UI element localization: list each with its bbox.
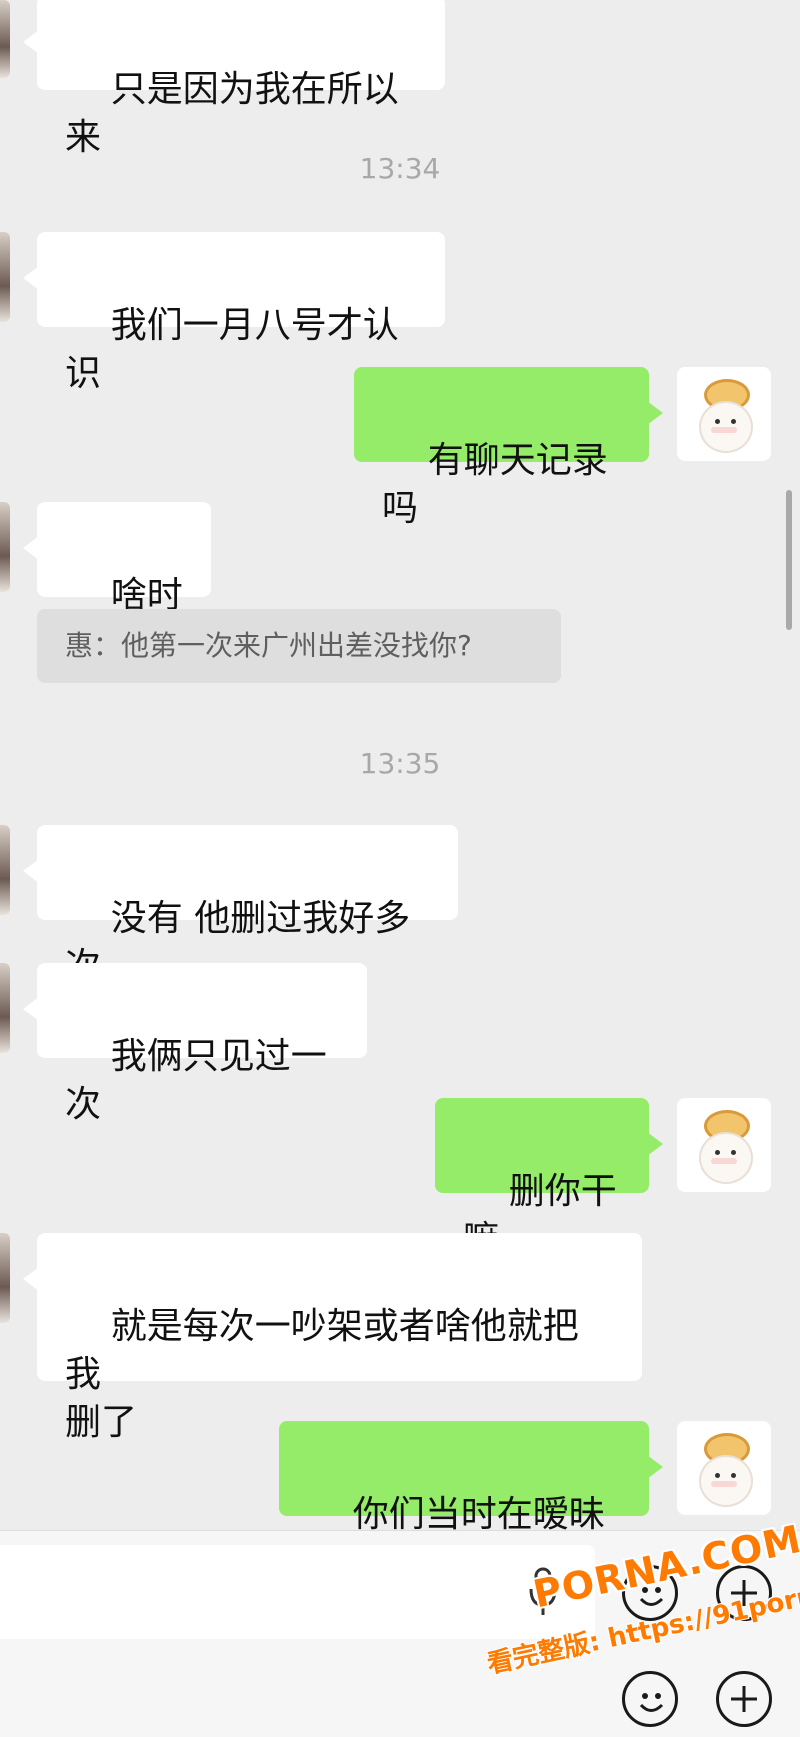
message-bubble[interactable]: 删你干嘛 [435, 1098, 663, 1260]
my-avatar[interactable] [677, 1098, 771, 1192]
my-avatar[interactable] [677, 367, 771, 461]
message-bubble[interactable]: 只是因为我在所以来 [23, 0, 445, 158]
message-text: 有聊天记录吗 [382, 440, 608, 529]
message-bubble[interactable]: 有聊天记录吗 [354, 367, 663, 529]
contact-avatar[interactable] [0, 963, 10, 1053]
message-bubble[interactable]: 我们一月八号才认识 [23, 232, 445, 394]
contact-avatar[interactable] [0, 825, 10, 915]
timestamp: 13:35 [359, 747, 441, 780]
message-text: 我们一月八号才认识 [65, 305, 399, 394]
contact-avatar[interactable] [0, 0, 10, 78]
timestamp: 13:34 [359, 152, 441, 185]
contact-avatar[interactable] [0, 1233, 10, 1323]
contact-avatar[interactable] [0, 232, 10, 322]
quoted-message[interactable]: 惠：他第一次来广州出差没找你? [37, 609, 561, 683]
message-bubble[interactable]: 我俩只见过一次 [23, 963, 367, 1125]
message-text: 只是因为我在所以来 [65, 69, 399, 158]
my-avatar[interactable] [677, 1421, 771, 1515]
contact-avatar[interactable] [0, 502, 10, 592]
message-text: 我俩只见过一次 [65, 1036, 327, 1125]
message-bubble[interactable]: 没有 他删过我好多次 [23, 825, 458, 987]
message-bubble[interactable]: 啥时候 [23, 502, 211, 664]
message-bubble[interactable]: 就是每次一吵架或者啥他就把我 删了 [23, 1233, 642, 1443]
chat-area: 只是因为我在所以来 13:34 我们一月八号才认识 有聊天记录吗 啥时候 惠：他… [0, 0, 800, 1583]
scrollbar[interactable] [786, 490, 792, 630]
message-bubble[interactable]: 你们当时在暧昧吗 [279, 1421, 663, 1583]
